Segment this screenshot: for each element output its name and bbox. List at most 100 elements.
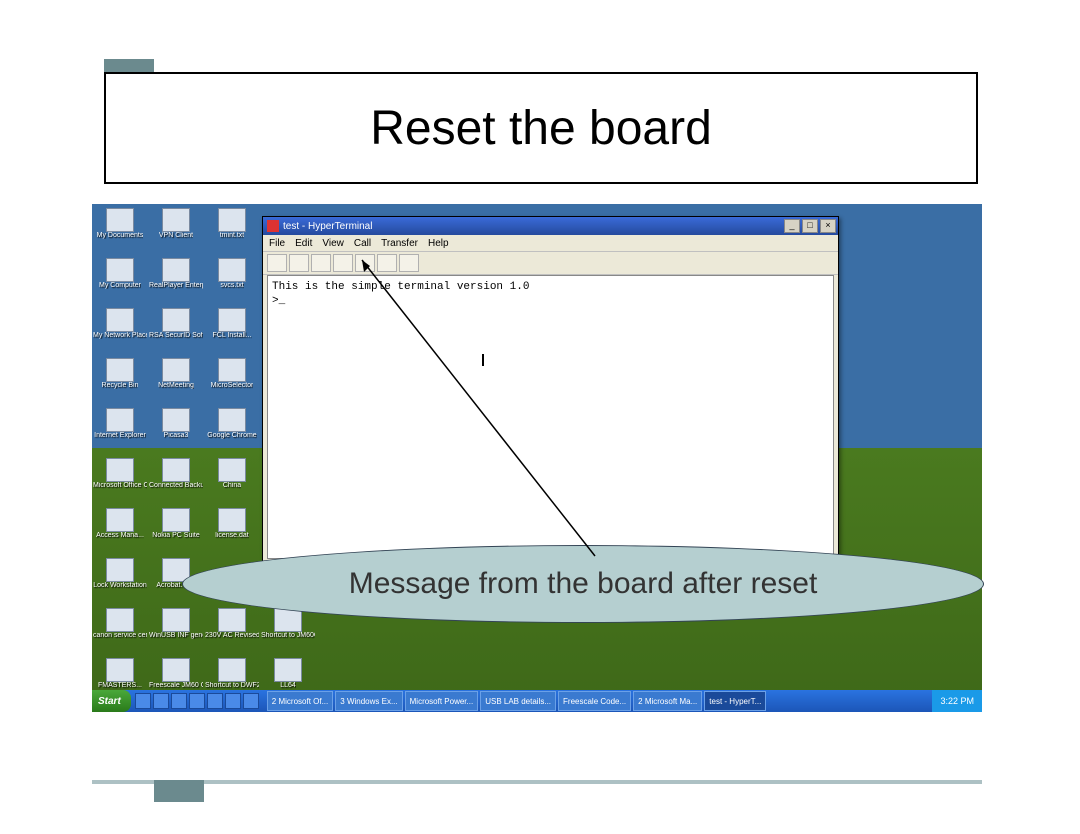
desktop-icon[interactable]: svcs.txt [204, 258, 260, 306]
quick-launch-icon[interactable] [135, 693, 151, 709]
maximize-button[interactable]: □ [802, 219, 818, 233]
file-icon [106, 358, 134, 382]
desktop-icon-label: Lock Workstation [93, 582, 147, 589]
toolbar-button[interactable] [355, 254, 375, 272]
taskbar-item[interactable]: 3 Windows Ex... [335, 691, 402, 711]
desktop-icon[interactable]: license.dat [204, 508, 260, 556]
file-icon [274, 608, 302, 632]
minimize-button[interactable]: _ [784, 219, 800, 233]
desktop-icon[interactable]: My Documents [92, 208, 148, 256]
taskbar-item[interactable]: Microsoft Power... [405, 691, 479, 711]
desktop-icon-label: MicroSelector [211, 382, 254, 389]
menu-transfer[interactable]: Transfer [381, 238, 418, 249]
desktop-icon[interactable]: RealPlayer Enterprise [148, 258, 204, 306]
toolbar-button[interactable] [399, 254, 419, 272]
file-icon [162, 258, 190, 282]
desktop-icon[interactable]: Microsoft Office Outlook [92, 458, 148, 506]
file-icon [106, 308, 134, 332]
desktop-icon-label: Access Mana... [96, 532, 144, 539]
menu-file[interactable]: File [269, 238, 285, 249]
taskbar-item[interactable]: 2 Microsoft Ma... [633, 691, 702, 711]
start-button[interactable]: Start [92, 690, 131, 712]
file-icon [218, 258, 246, 282]
quick-launch-icon[interactable] [153, 693, 169, 709]
system-tray[interactable]: 3:22 PM [932, 690, 982, 712]
taskbar-item[interactable]: 2 Microsoft Of... [267, 691, 333, 711]
clock: 3:22 PM [940, 696, 974, 706]
quick-launch [131, 693, 263, 709]
desktop-icon[interactable]: canon service center in b... [92, 608, 148, 656]
file-icon [106, 658, 134, 682]
menu-edit[interactable]: Edit [295, 238, 312, 249]
file-icon [106, 458, 134, 482]
desktop-icon-label: My Documents [97, 232, 144, 239]
quick-launch-icon[interactable] [207, 693, 223, 709]
desktop-icon-label: My Network Places [93, 332, 147, 339]
toolbar-button[interactable] [333, 254, 353, 272]
quick-launch-icon[interactable] [225, 693, 241, 709]
decorative-bottom-rule [92, 780, 982, 784]
desktop-icon[interactable]: My Network Places [92, 308, 148, 356]
toolbar-button[interactable] [377, 254, 397, 272]
desktop-icon[interactable]: Recycle Bin [92, 358, 148, 406]
decorative-bottom-bar [154, 780, 204, 802]
desktop-icon-label: Picasa3 [164, 432, 189, 439]
desktop-icon-label: FMASTERS... [98, 682, 142, 689]
desktop-icon[interactable]: Access Mana... [92, 508, 148, 556]
desktop-icon[interactable]: VPN Client [148, 208, 204, 256]
file-icon [106, 508, 134, 532]
desktop-icon[interactable]: Picasa3 [148, 408, 204, 456]
desktop-icon[interactable]: China [204, 458, 260, 506]
taskbar-item[interactable]: USB LAB details... [480, 691, 556, 711]
quick-launch-icon[interactable] [243, 693, 259, 709]
desktop-icon-label: tmint.txt [220, 232, 245, 239]
desktop-icon[interactable]: Shortcut to JM60GUIs.exe [260, 608, 316, 656]
quick-launch-icon[interactable] [189, 693, 205, 709]
window-menubar: File Edit View Call Transfer Help [263, 235, 838, 252]
window-titlebar[interactable]: test - HyperTerminal _ □ × [263, 217, 838, 235]
file-icon [218, 308, 246, 332]
slide-title: Reset the board [370, 101, 712, 156]
desktop-icon[interactable]: My Computer [92, 258, 148, 306]
desktop-icon-label: Connected BackupPC [149, 482, 203, 489]
taskbar-item[interactable]: Freescale Code... [558, 691, 631, 711]
terminal-line-1: This is the simple terminal version 1.0 [272, 281, 529, 293]
menu-view[interactable]: View [322, 238, 344, 249]
text-cursor [482, 354, 484, 366]
desktop-icon-label: canon service center in b... [93, 632, 147, 639]
toolbar-button[interactable] [311, 254, 331, 272]
desktop-icon[interactable]: RSA SecurID Software ... [148, 308, 204, 356]
desktop-icon[interactable]: MicroSelector [204, 358, 260, 406]
file-icon [218, 458, 246, 482]
quick-launch-icon[interactable] [171, 693, 187, 709]
desktop-icon-label: Freescale JM60 GUI [149, 682, 203, 689]
desktop-icon[interactable]: Internet Explorer [92, 408, 148, 456]
taskbar-item[interactable]: test - HyperT... [704, 691, 766, 711]
file-icon [162, 208, 190, 232]
file-icon [218, 658, 246, 682]
window-toolbar [263, 252, 838, 275]
desktop-icon[interactable]: Google Chrome [204, 408, 260, 456]
start-label: Start [98, 696, 121, 707]
toolbar-button[interactable] [289, 254, 309, 272]
desktop-icon[interactable]: Connected BackupPC [148, 458, 204, 506]
file-icon [106, 258, 134, 282]
desktop-icon[interactable]: NetMeeting [148, 358, 204, 406]
taskbar-items: 2 Microsoft Of...3 Windows Ex...Microsof… [263, 691, 933, 711]
menu-call[interactable]: Call [354, 238, 371, 249]
desktop-icon[interactable]: WinUSB INF generator [148, 608, 204, 656]
desktop-icon-label: FCL Install... [212, 332, 251, 339]
terminal-line-2: >_ [272, 295, 285, 307]
menu-help[interactable]: Help [428, 238, 449, 249]
toolbar-button[interactable] [267, 254, 287, 272]
file-icon [218, 358, 246, 382]
desktop-icon[interactable]: tmint.txt [204, 208, 260, 256]
desktop-icon[interactable]: 230V AC Revised.doc [204, 608, 260, 656]
desktop-icon-label: Recycle Bin [102, 382, 139, 389]
close-button[interactable]: × [820, 219, 836, 233]
desktop-icon[interactable]: FCL Install... [204, 308, 260, 356]
desktop-icon[interactable]: Nokia PC Suite [148, 508, 204, 556]
desktop-icon-label: Shortcut to JM60GUIs.exe [261, 632, 315, 639]
file-icon [162, 658, 190, 682]
desktop-icon[interactable]: Lock Workstation [92, 558, 148, 606]
